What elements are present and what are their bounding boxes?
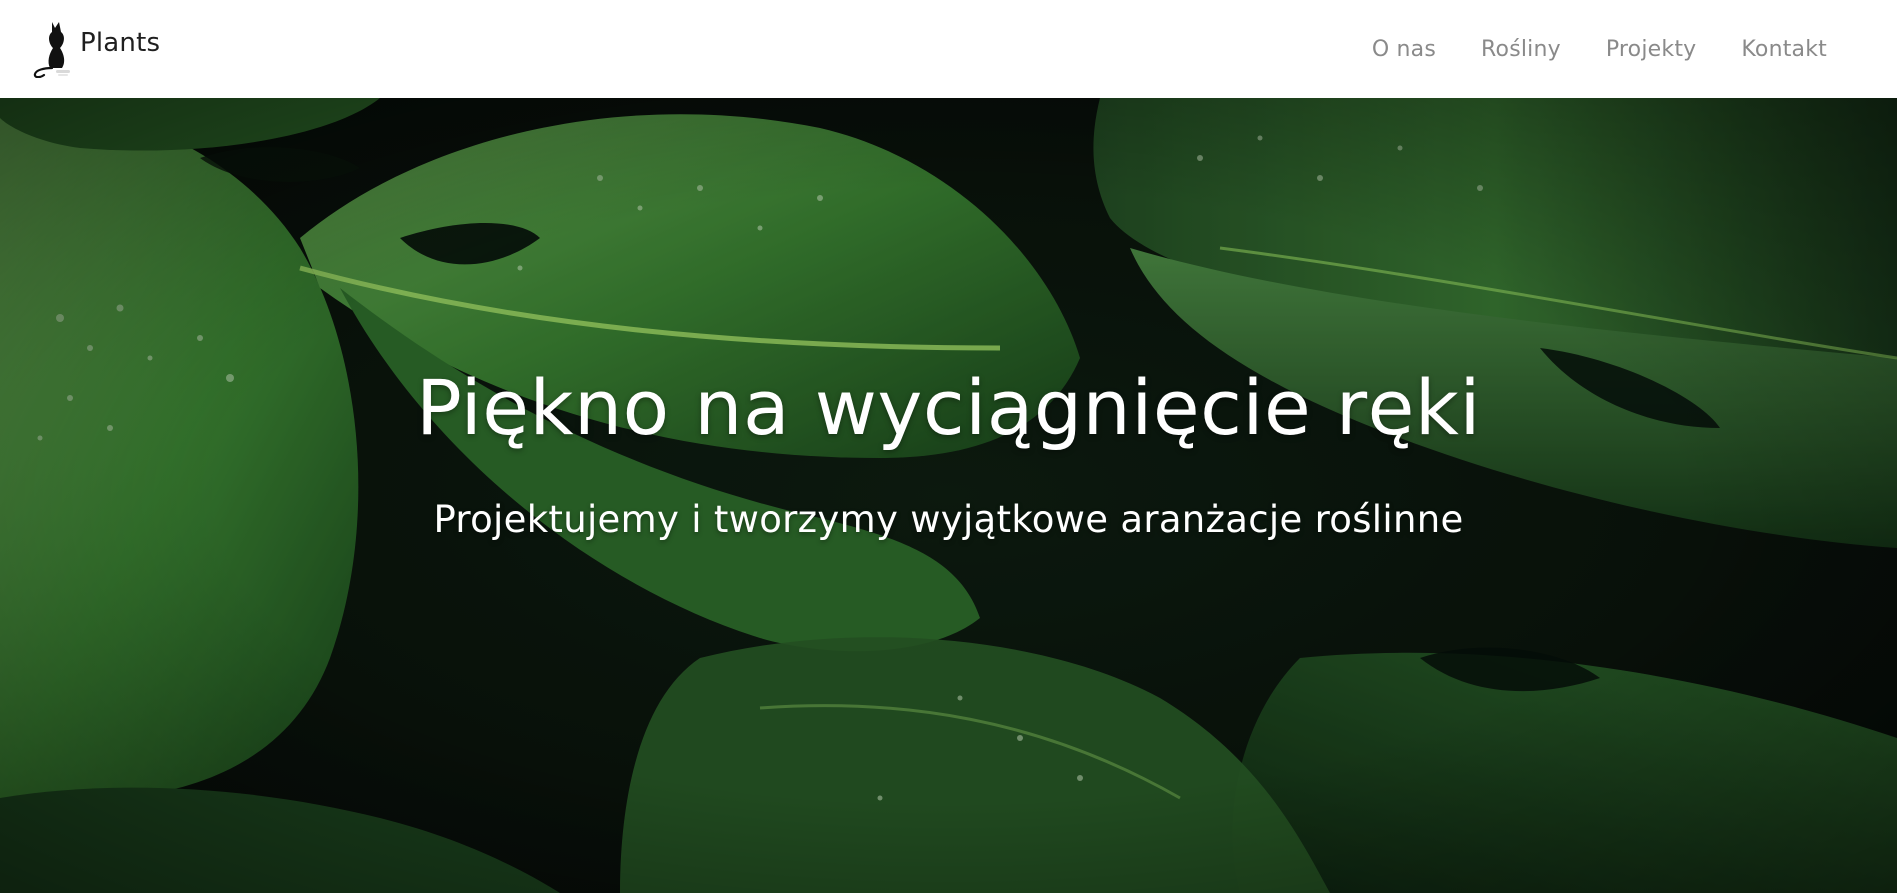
brand-home-link[interactable]: Plants — [30, 18, 160, 78]
brand-name: Plants — [80, 28, 161, 58]
hero-section: Piękno na wyciągnięcie ręki Projektujemy… — [0, 98, 1897, 893]
cat-silhouette-logo-icon — [33, 22, 70, 78]
hero-title: Piękno na wyciągnięcie ręki — [415, 363, 1482, 452]
nav-item-rosliny[interactable]: Rośliny — [1481, 37, 1561, 62]
hero-background-image — [0, 98, 1897, 893]
nav-item-kontakt[interactable]: Kontakt — [1741, 37, 1827, 62]
nav-item-o-nas[interactable]: O nas — [1372, 37, 1436, 62]
hero-subtitle: Projektujemy i tworzymy wyjątkowe aranża… — [433, 498, 1464, 541]
main-nav: O nas Rośliny Projekty Kontakt — [1372, 0, 1827, 98]
nav-item-projekty[interactable]: Projekty — [1606, 37, 1697, 62]
navbar: Plants O nas Rośliny Projekty Kontakt — [0, 0, 1897, 98]
